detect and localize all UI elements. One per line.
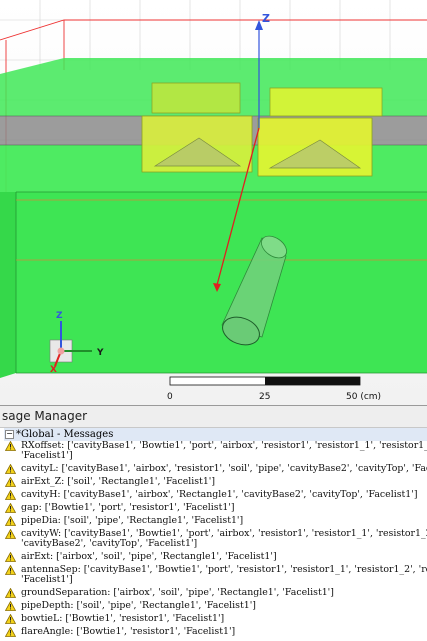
message-row[interactable]: flareAngle: ['Bowtie1', 'resistor1', 'Fa… bbox=[0, 627, 427, 637]
warning-icon bbox=[5, 552, 16, 562]
cavity-left[interactable] bbox=[141, 82, 253, 173]
message-text: pipeDia: ['soil', 'pipe', 'Rectangle1', … bbox=[21, 516, 244, 526]
warning-icon bbox=[5, 441, 16, 451]
triad-y-label: Y bbox=[96, 348, 104, 358]
message-text: cavityH: ['cavityBase1', 'airbox', 'Rect… bbox=[21, 490, 418, 500]
message-text: pipeDepth: ['soil', 'pipe', 'Rectangle1'… bbox=[21, 601, 256, 611]
message-row[interactable]: RXoffset: ['cavityBase1', 'Bowtie1', 'po… bbox=[0, 441, 427, 461]
message-row[interactable]: cavityH: ['cavityBase1', 'airbox', 'Rect… bbox=[0, 490, 427, 500]
global-node-label: *Global - Messages bbox=[16, 429, 114, 440]
scale-tick-0: 0 bbox=[167, 392, 173, 402]
scale-bar bbox=[169, 376, 361, 386]
message-text: 'Facelist1'] bbox=[21, 450, 73, 461]
warning-icon bbox=[5, 477, 16, 487]
warning-icon bbox=[5, 588, 16, 598]
warning-icon bbox=[5, 601, 16, 611]
cavity-right[interactable] bbox=[257, 87, 383, 177]
message-row[interactable]: airExt: ['airbox', 'soil', 'pipe', 'Rect… bbox=[0, 552, 427, 562]
message-text: RXoffset: ['cavityBase1', 'Bowtie1', 'po… bbox=[21, 441, 427, 451]
3d-modeler-viewport[interactable]: Z Z Y X 0 25 50 (cm) bbox=[0, 0, 427, 405]
message-row[interactable]: gap: ['Bowtie1', 'port', 'resistor1', 'F… bbox=[0, 503, 427, 513]
global-messages-node[interactable]: − *Global - Messages bbox=[4, 428, 427, 441]
message-text: airExt_Z: ['soil', 'Rectangle1', 'Faceli… bbox=[21, 477, 216, 487]
model-scene[interactable]: Z Z Y X bbox=[0, 0, 427, 405]
message-text: antennaSep: ['cavityBase1', 'Bowtie1', '… bbox=[21, 565, 427, 575]
warning-icon bbox=[5, 565, 16, 575]
message-manager-panel[interactable]: sage Manager − *Global - Messages RXoffse… bbox=[0, 405, 427, 641]
warning-icon bbox=[5, 490, 16, 500]
scale-tick-25: 25 bbox=[259, 392, 271, 402]
triad-x-label: X bbox=[50, 365, 57, 375]
message-text: cavityL: ['cavityBase1', 'airbox', 'resi… bbox=[21, 464, 427, 474]
message-row[interactable]: antennaSep: ['cavityBase1', 'Bowtie1', '… bbox=[0, 565, 427, 585]
message-row[interactable]: cavityW: ['cavityBase1', 'Bowtie1', 'por… bbox=[0, 529, 427, 549]
warning-icon bbox=[5, 516, 16, 526]
triad-z-label: Z bbox=[56, 311, 63, 321]
warning-icon bbox=[5, 529, 16, 539]
message-row[interactable]: bowtieL: ['Bowtie1', 'resistor1', 'Facel… bbox=[0, 614, 427, 624]
message-row[interactable]: pipeDia: ['soil', 'pipe', 'Rectangle1', … bbox=[0, 516, 427, 526]
message-row[interactable]: airExt_Z: ['soil', 'Rectangle1', 'Faceli… bbox=[0, 477, 427, 487]
message-text: groundSeparation: ['airbox', 'soil', 'pi… bbox=[21, 588, 334, 598]
collapse-toggle-icon[interactable]: − bbox=[5, 430, 14, 439]
message-text: 'cavityBase2', 'cavityTop', 'Facelist1'] bbox=[21, 538, 198, 549]
warning-icon bbox=[5, 627, 16, 637]
message-text: flareAngle: ['Bowtie1', 'resistor1', 'Fa… bbox=[21, 627, 236, 637]
warning-icon bbox=[5, 614, 16, 624]
message-tree[interactable]: − *Global - Messages RXoffset: ['cavityBa… bbox=[0, 428, 427, 637]
scale-tick-50: 50 (cm) bbox=[346, 392, 382, 402]
warning-icon bbox=[5, 464, 16, 474]
message-manager-title: sage Manager bbox=[0, 406, 427, 428]
message-text: gap: ['Bowtie1', 'port', 'resistor1', 'F… bbox=[21, 503, 235, 513]
message-list: RXoffset: ['cavityBase1', 'Bowtie1', 'po… bbox=[0, 441, 427, 637]
warning-icon bbox=[5, 503, 16, 513]
z-axis-label: Z bbox=[262, 12, 270, 25]
message-text: airExt: ['airbox', 'soil', 'pipe', 'Rect… bbox=[21, 552, 277, 562]
message-text: bowtieL: ['Bowtie1', 'resistor1', 'Facel… bbox=[21, 614, 225, 624]
message-row[interactable]: cavityL: ['cavityBase1', 'airbox', 'resi… bbox=[0, 464, 427, 474]
message-row[interactable]: pipeDepth: ['soil', 'pipe', 'Rectangle1'… bbox=[0, 601, 427, 611]
message-row[interactable]: groundSeparation: ['airbox', 'soil', 'pi… bbox=[0, 588, 427, 598]
message-text: 'Facelist1'] bbox=[21, 574, 73, 585]
